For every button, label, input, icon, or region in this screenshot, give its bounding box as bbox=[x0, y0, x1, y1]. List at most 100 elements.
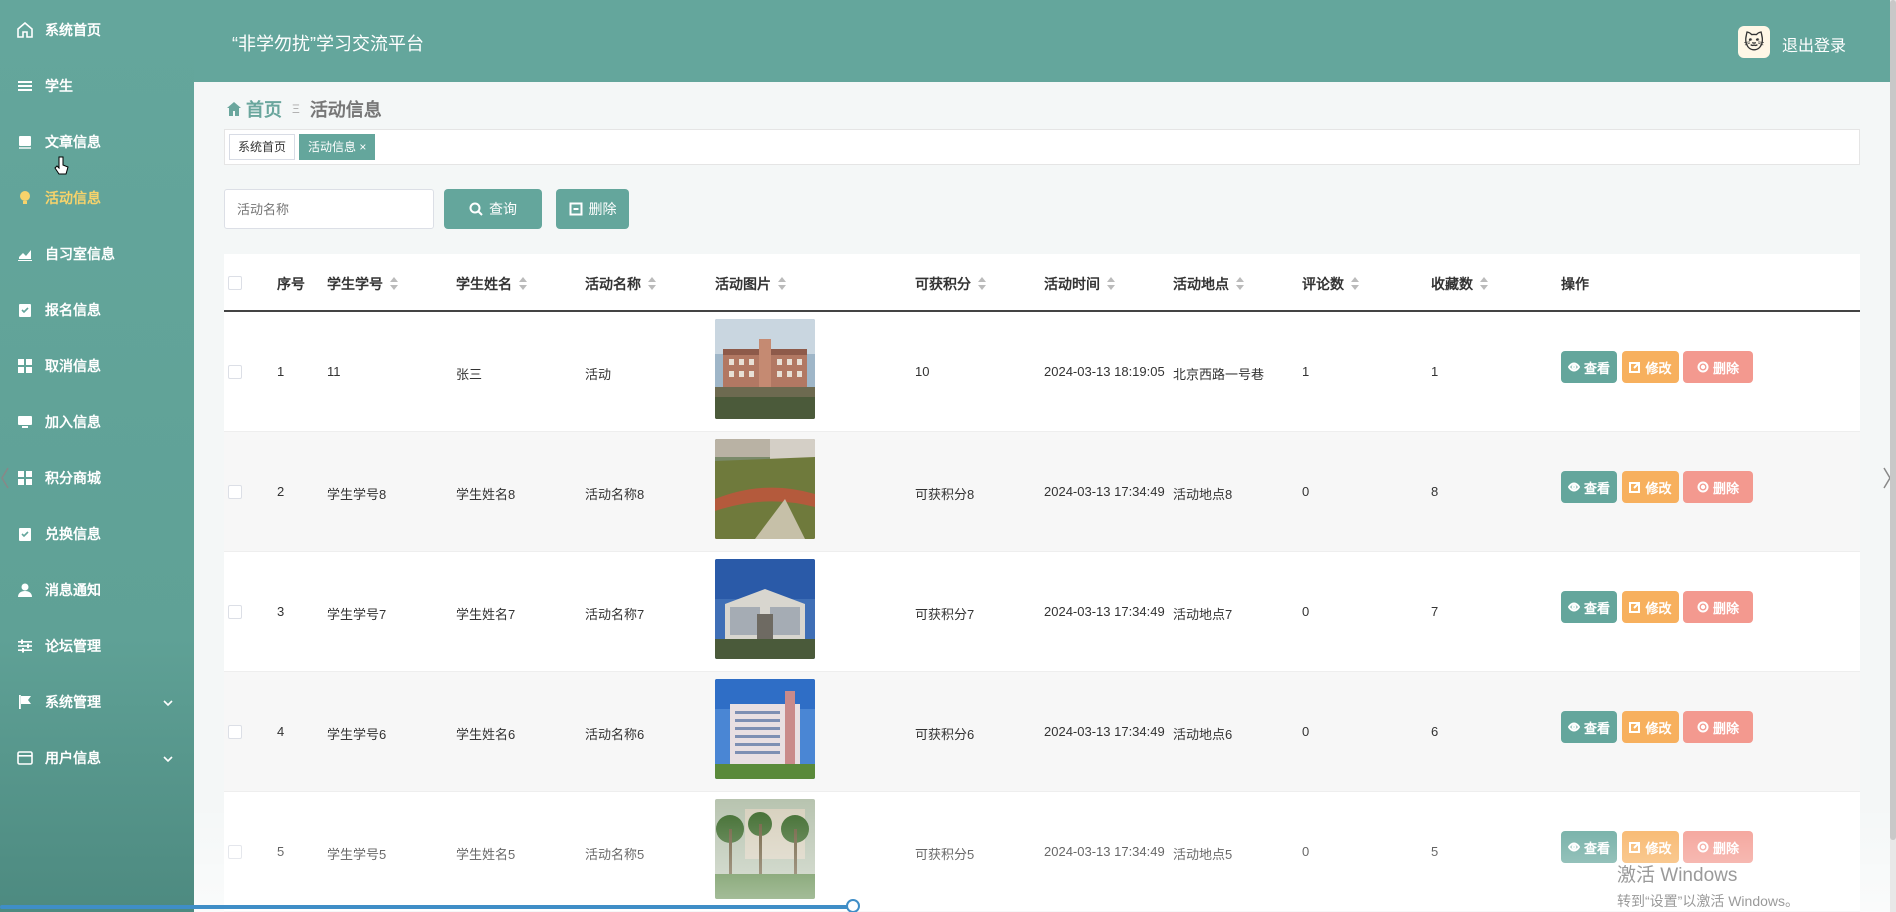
sidebar-item-label: 系统管理 bbox=[45, 694, 101, 710]
activity-image[interactable] bbox=[715, 319, 815, 419]
top-header: “非学勿扰”学习交流平台 🐱 退出登录 bbox=[194, 0, 1890, 82]
cell-student-no: 学生学号5 bbox=[327, 847, 387, 862]
grid-icon bbox=[16, 470, 33, 487]
col-time[interactable]: 活动时间 bbox=[1044, 274, 1116, 294]
sidebar-item-activities[interactable]: 活动信息 bbox=[0, 170, 194, 226]
view-button[interactable]: 查看 bbox=[1561, 711, 1617, 743]
row-checkbox[interactable] bbox=[228, 845, 242, 859]
chevron-left-icon[interactable] bbox=[0, 466, 10, 490]
col-image[interactable]: 活动图片 bbox=[715, 274, 787, 294]
select-all-checkbox[interactable] bbox=[228, 276, 242, 290]
home-icon bbox=[226, 99, 246, 120]
cell-points: 可获积分8 bbox=[915, 487, 975, 502]
progress-handle[interactable] bbox=[846, 899, 860, 912]
sort-icon[interactable] bbox=[1106, 277, 1116, 291]
row-checkbox[interactable] bbox=[228, 365, 242, 379]
delete-circle-icon bbox=[1697, 601, 1709, 613]
col-points[interactable]: 可获积分 bbox=[915, 274, 987, 294]
sort-icon[interactable] bbox=[777, 277, 787, 291]
view-button[interactable]: 查看 bbox=[1561, 351, 1617, 383]
cell-activity-name: 活动名称6 bbox=[585, 727, 645, 742]
delete-icon bbox=[569, 202, 582, 216]
sort-icon[interactable] bbox=[1235, 277, 1245, 291]
sort-icon[interactable] bbox=[1479, 277, 1489, 291]
col-student-name[interactable]: 学生姓名 bbox=[456, 274, 528, 294]
delete-button[interactable]: 删除 bbox=[1683, 831, 1753, 863]
sidebar-item-notifications[interactable]: 消息通知 bbox=[0, 562, 194, 618]
col-comments[interactable]: 评论数 bbox=[1302, 274, 1360, 294]
edit-button[interactable]: 修改 bbox=[1622, 351, 1679, 383]
tag-activities[interactable]: 活动信息 × bbox=[299, 134, 376, 160]
monitor-icon bbox=[16, 414, 33, 431]
row-checkbox[interactable] bbox=[228, 485, 242, 499]
col-location[interactable]: 活动地点 bbox=[1173, 274, 1245, 294]
sidebar-item-forum[interactable]: 论坛管理 bbox=[0, 618, 194, 674]
sidebar-item-user-info[interactable]: 用户信息 bbox=[0, 730, 194, 786]
book-icon bbox=[16, 134, 33, 151]
sidebar-item-cancellations[interactable]: 取消信息 bbox=[0, 338, 194, 394]
edit-button[interactable]: 修改 bbox=[1622, 711, 1679, 743]
vertical-scroll-thumb[interactable] bbox=[1890, 0, 1896, 840]
home-icon bbox=[16, 22, 33, 39]
sidebar-item-joins[interactable]: 加入信息 bbox=[0, 394, 194, 450]
edit-button[interactable]: 修改 bbox=[1622, 591, 1679, 623]
sidebar-item-articles[interactable]: 文章信息 bbox=[0, 114, 194, 170]
activity-image[interactable] bbox=[715, 559, 815, 659]
sort-icon[interactable] bbox=[389, 277, 399, 291]
tag-home[interactable]: 系统首页 bbox=[229, 134, 296, 160]
col-student-no[interactable]: 学生学号 bbox=[327, 274, 399, 294]
activity-name-search-input[interactable] bbox=[224, 189, 434, 229]
search-icon bbox=[469, 202, 483, 216]
flag-icon bbox=[16, 694, 33, 711]
logout-button[interactable]: 退出登录 bbox=[1782, 32, 1846, 56]
sort-icon[interactable] bbox=[977, 277, 987, 291]
cell-comments: 0 bbox=[1302, 724, 1310, 739]
cell-comments: 0 bbox=[1302, 604, 1310, 619]
eye-icon bbox=[1567, 722, 1580, 732]
breadcrumb-home[interactable]: 首页 bbox=[246, 96, 282, 122]
row-checkbox[interactable] bbox=[228, 605, 242, 619]
sort-icon[interactable] bbox=[647, 277, 657, 291]
clipboard-icon bbox=[16, 526, 33, 543]
sort-icon[interactable] bbox=[1350, 277, 1360, 291]
view-button[interactable]: 查看 bbox=[1561, 591, 1617, 623]
delete-button[interactable]: 删除 bbox=[1683, 351, 1753, 383]
sidebar-item-label: 消息通知 bbox=[45, 582, 101, 598]
col-favorites[interactable]: 收藏数 bbox=[1431, 274, 1489, 294]
row-checkbox[interactable] bbox=[228, 725, 242, 739]
col-activity-name[interactable]: 活动名称 bbox=[585, 274, 657, 294]
cell-favorites: 7 bbox=[1431, 604, 1439, 619]
sidebar-item-system[interactable]: 系统管理 bbox=[0, 674, 194, 730]
view-button[interactable]: 查看 bbox=[1561, 831, 1617, 863]
sidebar-item-signups[interactable]: 报名信息 bbox=[0, 282, 194, 338]
sort-icon[interactable] bbox=[518, 277, 528, 291]
edit-icon bbox=[1629, 482, 1641, 493]
query-button[interactable]: 查询 bbox=[444, 189, 542, 229]
delete-button[interactable]: 删除 bbox=[1683, 711, 1753, 743]
edit-button[interactable]: 修改 bbox=[1622, 471, 1679, 503]
sidebar-item-students[interactable]: 学生 bbox=[0, 58, 194, 114]
activity-image[interactable] bbox=[715, 679, 815, 779]
delete-button[interactable]: 删除 bbox=[1683, 591, 1753, 623]
activity-image[interactable] bbox=[715, 439, 815, 539]
horizontal-progress-bar[interactable] bbox=[0, 905, 854, 909]
batch-delete-button[interactable]: 删除 bbox=[556, 189, 629, 229]
cell-time: 2024-03-13 17:34:49 bbox=[1044, 844, 1165, 859]
activity-image[interactable] bbox=[715, 799, 815, 899]
sidebar-item-points-mall[interactable]: 积分商城 bbox=[0, 450, 194, 506]
bulb-icon bbox=[16, 190, 33, 207]
sidebar-item-home[interactable]: 系统首页 bbox=[0, 2, 194, 58]
col-actions: 操作 bbox=[1561, 276, 1589, 292]
sliders-icon bbox=[16, 638, 33, 655]
avatar[interactable]: 🐱 bbox=[1738, 26, 1770, 58]
view-button[interactable]: 查看 bbox=[1561, 471, 1617, 503]
edit-button[interactable]: 修改 bbox=[1622, 831, 1679, 863]
cell-comments: 1 bbox=[1302, 364, 1310, 379]
vertical-scrollbar[interactable] bbox=[1890, 0, 1896, 912]
sidebar-item-redemptions[interactable]: 兑换信息 bbox=[0, 506, 194, 562]
cell-student-name: 学生姓名5 bbox=[456, 847, 516, 862]
delete-button[interactable]: 删除 bbox=[1683, 471, 1753, 503]
sidebar-item-label: 系统首页 bbox=[45, 22, 101, 38]
user-icon bbox=[16, 582, 33, 599]
sidebar-item-study-rooms[interactable]: 自习室信息 bbox=[0, 226, 194, 282]
